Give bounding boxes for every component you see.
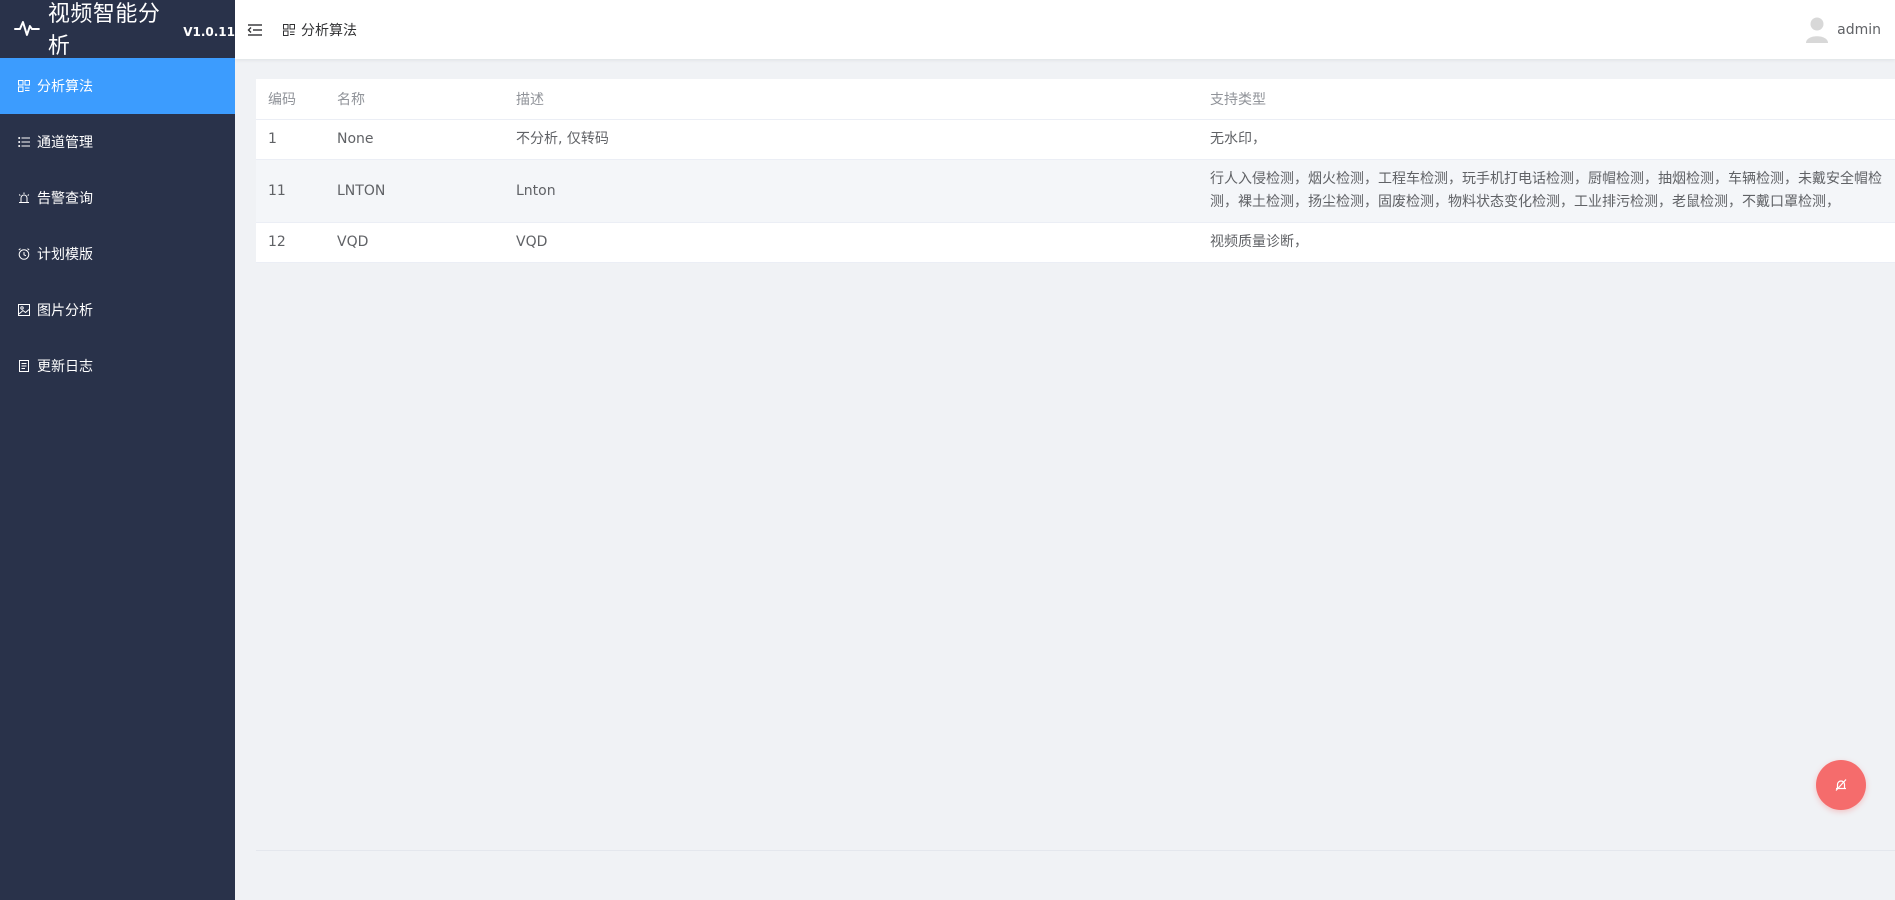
app-version: V1.0.11: [183, 25, 235, 39]
table-header-row: 编码 名称 描述 支持类型: [256, 79, 1895, 120]
clock-icon: [18, 248, 30, 260]
menu-fold-icon[interactable]: [247, 23, 263, 37]
cell-name: LNTON: [325, 159, 504, 223]
breadcrumb-label: 分析算法: [301, 22, 357, 39]
app-logo[interactable]: 视频智能分析 V1.0.11: [0, 0, 235, 59]
algorithm-icon: [283, 23, 295, 36]
pulse-icon: [14, 21, 40, 36]
table-row[interactable]: 11 LNTON Lnton 行人入侵检测，烟火检测，工程车检测，玩手机打电话检…: [256, 159, 1895, 223]
sidebar-menu: 分析算法 通道管理 告警查询 计划模版 图片分析 更新日志: [0, 58, 235, 394]
picture-icon: [18, 304, 30, 316]
column-header-description: 描述: [504, 79, 1198, 120]
sidebar-item-label: 更新日志: [37, 359, 93, 375]
sidebar-item-changelog[interactable]: 更新日志: [0, 338, 235, 394]
cell-types: 视频质量诊断，: [1198, 222, 1895, 263]
column-header-code: 编码: [256, 79, 325, 120]
main-content: 编码 名称 描述 支持类型 1 None 不分析, 仅转码 无水印， 11 LN…: [256, 79, 1895, 263]
document-icon: [19, 360, 29, 372]
cell-types: 无水印，: [1198, 119, 1895, 160]
cell-description: 不分析, 仅转码: [504, 119, 1198, 160]
sidebar-item-label: 计划模版: [37, 247, 93, 263]
bell-off-icon: [1835, 779, 1847, 791]
table-row[interactable]: 12 VQD VQD 视频质量诊断，: [256, 222, 1895, 263]
sidebar-item-algorithm[interactable]: 分析算法: [0, 58, 235, 114]
table-row[interactable]: 1 None 不分析, 仅转码 无水印，: [256, 119, 1895, 160]
cell-description: Lnton: [504, 159, 1198, 223]
sidebar-item-label: 告警查询: [37, 191, 93, 207]
list-icon: [18, 137, 30, 147]
sidebar-item-label: 图片分析: [37, 303, 93, 319]
cell-description: VQD: [504, 222, 1198, 263]
column-header-types: 支持类型: [1198, 79, 1895, 120]
cell-code: 1: [256, 119, 325, 160]
cell-types: 行人入侵检测，烟火检测，工程车检测，玩手机打电话检测，厨帽检测，抽烟检测，车辆检…: [1198, 159, 1895, 223]
sidebar-item-label: 通道管理: [37, 135, 93, 151]
username: admin: [1837, 21, 1881, 38]
cell-code: 11: [256, 159, 325, 223]
alarm-icon: [18, 192, 30, 203]
algorithm-icon: [18, 80, 30, 92]
sidebar-item-alarms[interactable]: 告警查询: [0, 170, 235, 226]
floating-action-button[interactable]: [1816, 760, 1866, 810]
top-header: 分析算法 admin: [235, 0, 1895, 59]
cell-name: VQD: [325, 222, 504, 263]
algorithm-table: 编码 名称 描述 支持类型 1 None 不分析, 仅转码 无水印， 11 LN…: [256, 79, 1895, 263]
cell-code: 12: [256, 222, 325, 263]
sidebar-item-label: 分析算法: [37, 79, 93, 95]
avatar-icon: [1806, 17, 1829, 43]
user-menu[interactable]: admin: [1805, 0, 1881, 59]
sidebar-item-channels[interactable]: 通道管理: [0, 114, 235, 170]
app-title: 视频智能分析: [47, 2, 161, 59]
footer-divider: [256, 850, 1895, 851]
column-header-name: 名称: [325, 79, 504, 120]
cell-name: None: [325, 119, 504, 160]
breadcrumb: 分析算法: [283, 20, 357, 40]
sidebar-item-plans[interactable]: 计划模版: [0, 226, 235, 282]
sidebar: 视频智能分析 V1.0.11 分析算法 通道管理 告警查询 计划模版 图片分析 …: [0, 0, 235, 900]
sidebar-item-picture-analysis[interactable]: 图片分析: [0, 282, 235, 338]
